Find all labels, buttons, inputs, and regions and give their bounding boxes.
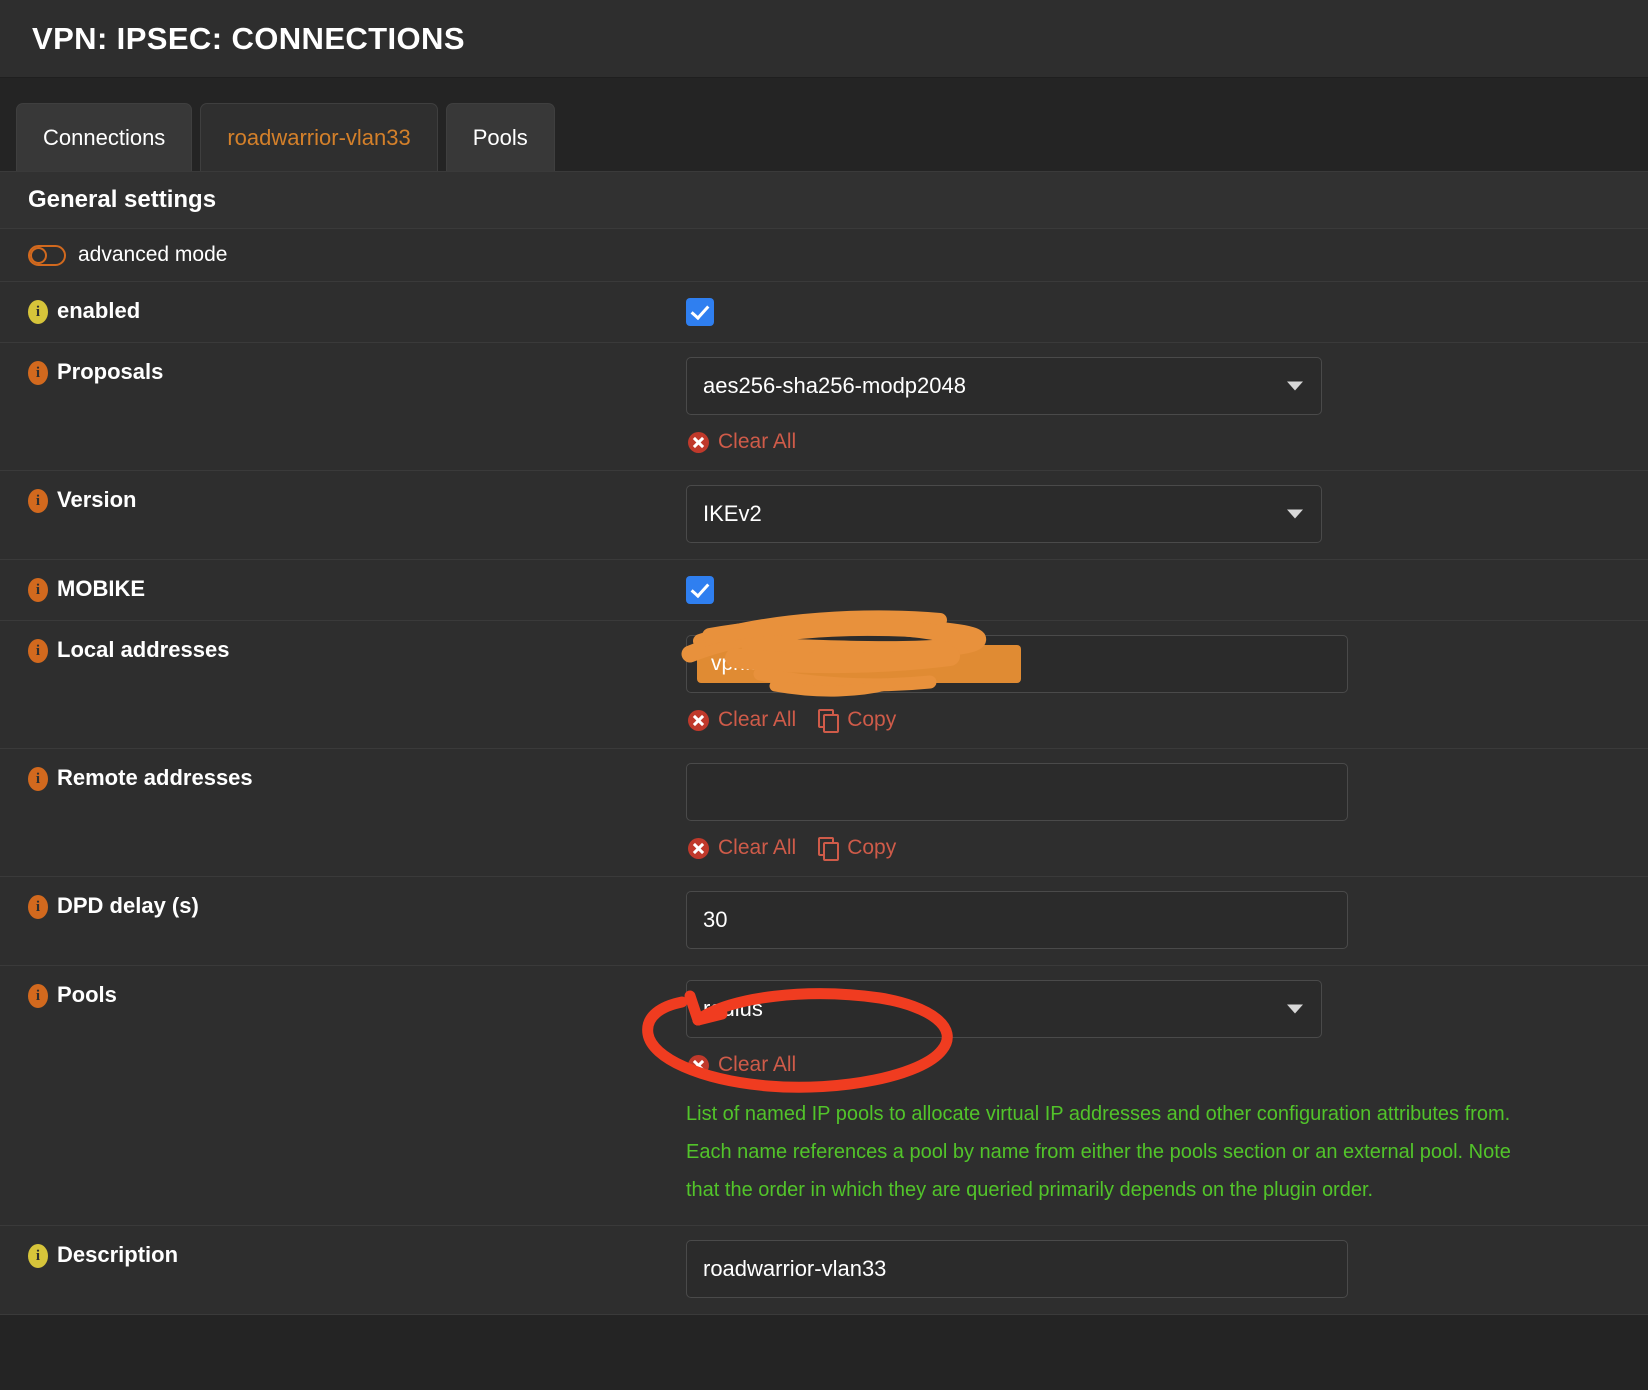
local-addresses-clear-all-label: Clear All — [718, 708, 797, 731]
pools-value: radius — [703, 996, 763, 1021]
pools-clear-all-label: Clear All — [718, 1053, 797, 1076]
info-icon[interactable] — [28, 300, 48, 324]
local-addresses-tag-label: vpn... at — [711, 652, 786, 675]
remote-addresses-copy-label: Copy — [847, 836, 897, 859]
local-addresses-actions: Clear All Copy — [686, 708, 1648, 733]
field-cell-pools: radius Clear All List of named IP pools … — [686, 966, 1648, 1225]
row-local-addresses: Local addresses vpn... at × Clear All Co — [0, 621, 1648, 749]
field-cell-proposals: aes256-sha256-modp2048 Clear All — [686, 343, 1648, 470]
proposals-clear-all-button[interactable]: Clear All — [688, 430, 796, 454]
field-cell-version: IKEv2 — [686, 471, 1648, 559]
tab-pools[interactable]: Pools — [445, 103, 555, 171]
close-icon[interactable]: × — [800, 653, 812, 676]
proposals-value: aes256-sha256-modp2048 — [703, 373, 966, 398]
pools-clear-all-button[interactable]: Clear All — [688, 1053, 796, 1077]
remote-addresses-copy-button[interactable]: Copy — [818, 836, 897, 861]
label-cell-mobike: MOBIKE — [0, 560, 686, 618]
advanced-mode-label: advanced mode — [78, 243, 228, 266]
label-cell-version: Version — [0, 471, 686, 529]
general-settings-panel: General settings advanced mode enabled P… — [0, 171, 1648, 1315]
dpd-delay-value: 30 — [703, 907, 728, 932]
label-cell-pools: Pools — [0, 966, 686, 1024]
pools-select[interactable]: radius — [686, 980, 1322, 1038]
label-cell-remote-addresses: Remote addresses — [0, 749, 686, 807]
remote-addresses-clear-all-label: Clear All — [718, 836, 797, 859]
info-icon[interactable] — [28, 361, 48, 385]
mobike-checkbox[interactable] — [686, 576, 714, 604]
pools-help-text: List of named IP pools to allocate virtu… — [686, 1103, 1511, 1201]
info-icon[interactable] — [28, 767, 48, 791]
info-icon[interactable] — [28, 895, 48, 919]
field-cell-description: roadwarrior-vlan33 — [686, 1226, 1648, 1314]
label-cell-dpd-delay: DPD delay (s) — [0, 877, 686, 935]
label-enabled: enabled — [57, 298, 141, 323]
info-icon[interactable] — [28, 639, 48, 663]
local-addresses-tag[interactable]: vpn... at × — [697, 645, 1021, 683]
advanced-mode-row[interactable]: advanced mode — [0, 229, 1648, 282]
clear-icon — [688, 709, 709, 731]
tab-bar: Connections roadwarrior-vlan33 Pools — [0, 78, 1648, 171]
remote-addresses-input[interactable] — [686, 763, 1348, 821]
proposals-select[interactable]: aes256-sha256-modp2048 — [686, 357, 1322, 415]
enabled-checkbox[interactable] — [686, 298, 714, 326]
row-enabled: enabled — [0, 282, 1648, 343]
label-dpd-delay: DPD delay (s) — [57, 893, 199, 918]
row-pools: Pools radius Clear All List of named IP … — [0, 966, 1648, 1226]
chevron-down-icon — [1287, 1004, 1303, 1014]
field-cell-enabled — [686, 282, 1648, 342]
version-value: IKEv2 — [703, 501, 762, 526]
info-icon[interactable] — [28, 1244, 48, 1268]
info-icon[interactable] — [28, 489, 48, 513]
label-description: Description — [57, 1242, 179, 1267]
label-remote-addresses: Remote addresses — [57, 765, 253, 790]
row-version: Version IKEv2 — [0, 471, 1648, 560]
remote-addresses-actions: Clear All Copy — [686, 836, 1648, 861]
page-title: VPN: IPSEC: CONNECTIONS — [32, 20, 465, 56]
info-icon[interactable] — [28, 578, 48, 602]
chevron-down-icon — [1287, 381, 1303, 391]
chevron-down-icon — [1287, 509, 1303, 519]
description-value: roadwarrior-vlan33 — [703, 1256, 887, 1281]
dpd-delay-input[interactable]: 30 — [686, 891, 1348, 949]
copy-icon — [818, 837, 840, 861]
label-cell-enabled: enabled — [0, 282, 686, 340]
label-pools: Pools — [57, 982, 117, 1007]
info-icon[interactable] — [28, 984, 48, 1008]
local-addresses-copy-label: Copy — [847, 708, 897, 731]
remote-addresses-clear-all-button[interactable]: Clear All — [688, 836, 796, 860]
local-addresses-copy-button[interactable]: Copy — [818, 708, 897, 733]
clear-icon — [688, 431, 709, 453]
label-cell-proposals: Proposals — [0, 343, 686, 401]
row-dpd-delay: DPD delay (s) 30 — [0, 877, 1648, 966]
label-mobike: MOBIKE — [57, 576, 145, 601]
proposals-clear-all-label: Clear All — [718, 430, 797, 453]
clear-icon — [688, 837, 709, 859]
tab-roadwarrior-vlan33[interactable]: roadwarrior-vlan33 — [200, 103, 438, 171]
field-cell-dpd-delay: 30 — [686, 877, 1648, 965]
field-cell-remote-addresses: Clear All Copy — [686, 749, 1648, 876]
label-version: Version — [57, 487, 137, 512]
section-title-general-settings: General settings — [0, 172, 1648, 229]
row-remote-addresses: Remote addresses Clear All Copy — [0, 749, 1648, 877]
local-addresses-input[interactable]: vpn... at × — [686, 635, 1348, 693]
label-proposals: Proposals — [57, 359, 164, 384]
copy-icon — [818, 709, 840, 733]
pools-actions: Clear All — [686, 1053, 1648, 1077]
label-cell-local-addresses: Local addresses — [0, 621, 686, 679]
description-input[interactable]: roadwarrior-vlan33 — [686, 1240, 1348, 1298]
page-header: VPN: IPSEC: CONNECTIONS — [0, 0, 1648, 78]
tab-connections[interactable]: Connections — [16, 103, 193, 171]
local-addresses-clear-all-button[interactable]: Clear All — [688, 708, 796, 732]
row-proposals: Proposals aes256-sha256-modp2048 Clear A… — [0, 343, 1648, 471]
row-mobike: MOBIKE — [0, 560, 1648, 621]
proposals-actions: Clear All — [686, 430, 1648, 454]
label-local-addresses: Local addresses — [57, 637, 230, 662]
clear-icon — [688, 1054, 709, 1076]
version-select[interactable]: IKEv2 — [686, 485, 1322, 543]
field-cell-local-addresses: vpn... at × Clear All Copy — [686, 621, 1648, 748]
field-cell-mobike — [686, 560, 1648, 620]
label-cell-description: Description — [0, 1226, 686, 1284]
row-description: Description roadwarrior-vlan33 — [0, 1226, 1648, 1315]
advanced-mode-toggle[interactable] — [28, 244, 66, 266]
